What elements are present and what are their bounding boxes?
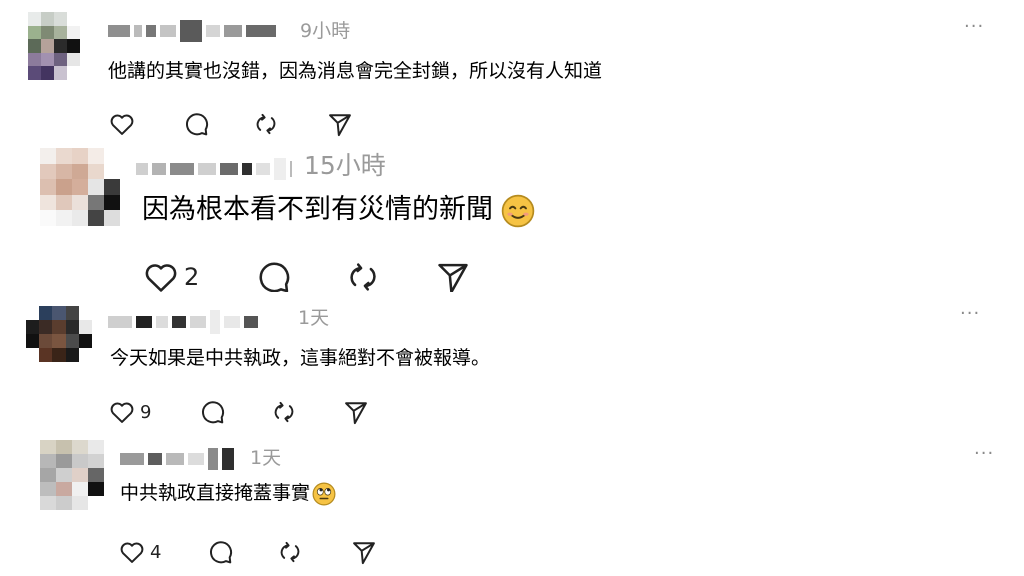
comment-bubble-icon	[186, 113, 209, 136]
repost-icon	[256, 113, 276, 135]
username[interactable]	[108, 310, 258, 334]
share-button[interactable]	[326, 110, 354, 138]
send-icon	[345, 402, 367, 425]
action-bar	[108, 110, 354, 138]
username[interactable]	[136, 158, 292, 180]
repost-icon	[350, 263, 376, 291]
repost-icon	[280, 541, 300, 563]
action-bar: 9	[108, 398, 370, 426]
repost-button[interactable]	[344, 262, 434, 292]
comment-bubble-icon	[259, 262, 290, 292]
reply-button[interactable]	[182, 110, 252, 138]
rolling-eyes-face-icon	[312, 482, 336, 505]
like-button[interactable]: 4	[118, 538, 206, 566]
comment-text: 因為根本看不到有災情的新聞	[142, 192, 535, 228]
share-button[interactable]	[350, 538, 378, 566]
comment-text-content: 因為根本看不到有災情的新聞	[142, 194, 493, 225]
comment-text: 今天如果是中共執政，這事絕對不會被報導。	[110, 347, 491, 369]
share-button[interactable]	[434, 262, 472, 292]
timestamp: 1天	[298, 307, 330, 329]
like-button[interactable]: 2	[142, 262, 254, 292]
repost-button[interactable]	[270, 398, 342, 426]
comment-bubble-icon	[210, 541, 233, 564]
repost-button[interactable]	[276, 538, 350, 566]
like-count: 2	[184, 263, 200, 291]
reply-button[interactable]	[206, 538, 276, 566]
share-button[interactable]	[342, 398, 370, 426]
action-bar: 2	[142, 262, 472, 292]
smiling-face-icon	[501, 194, 535, 227]
avatar[interactable]	[26, 306, 92, 362]
timestamp: 9小時	[300, 20, 351, 42]
avatar[interactable]	[40, 148, 120, 226]
heart-icon	[110, 402, 134, 423]
username[interactable]	[120, 448, 234, 470]
like-count: 4	[150, 541, 162, 563]
like-button[interactable]: 9	[108, 398, 198, 426]
action-bar: 4	[118, 538, 378, 566]
avatar[interactable]	[28, 12, 80, 80]
reply-button[interactable]	[198, 398, 270, 426]
avatar[interactable]	[40, 440, 104, 510]
heart-icon	[120, 542, 144, 563]
timestamp: 15小時	[304, 151, 386, 180]
send-icon	[353, 542, 375, 565]
comment-text-content: 中共執政直接掩蓋事實	[120, 482, 311, 504]
comment-text: 中共執政直接掩蓋事實	[120, 480, 336, 506]
timestamp: 1天	[250, 447, 282, 469]
username[interactable]	[108, 20, 276, 42]
heart-icon	[145, 264, 177, 292]
repost-icon	[274, 401, 294, 423]
more-options-icon[interactable]: ···	[964, 16, 984, 37]
reply-button[interactable]	[254, 262, 344, 292]
more-options-icon[interactable]: ···	[960, 303, 980, 324]
comment-bubble-icon	[202, 401, 225, 424]
send-icon	[438, 263, 468, 292]
like-count: 9	[140, 401, 152, 423]
heart-icon	[110, 114, 134, 135]
like-button[interactable]	[108, 110, 182, 138]
more-options-icon[interactable]: ···	[974, 443, 994, 464]
send-icon	[329, 114, 351, 137]
comment-text: 他講的其實也沒錯，因為消息會完全封鎖，所以沒有人知道	[108, 60, 603, 82]
repost-button[interactable]	[252, 110, 326, 138]
